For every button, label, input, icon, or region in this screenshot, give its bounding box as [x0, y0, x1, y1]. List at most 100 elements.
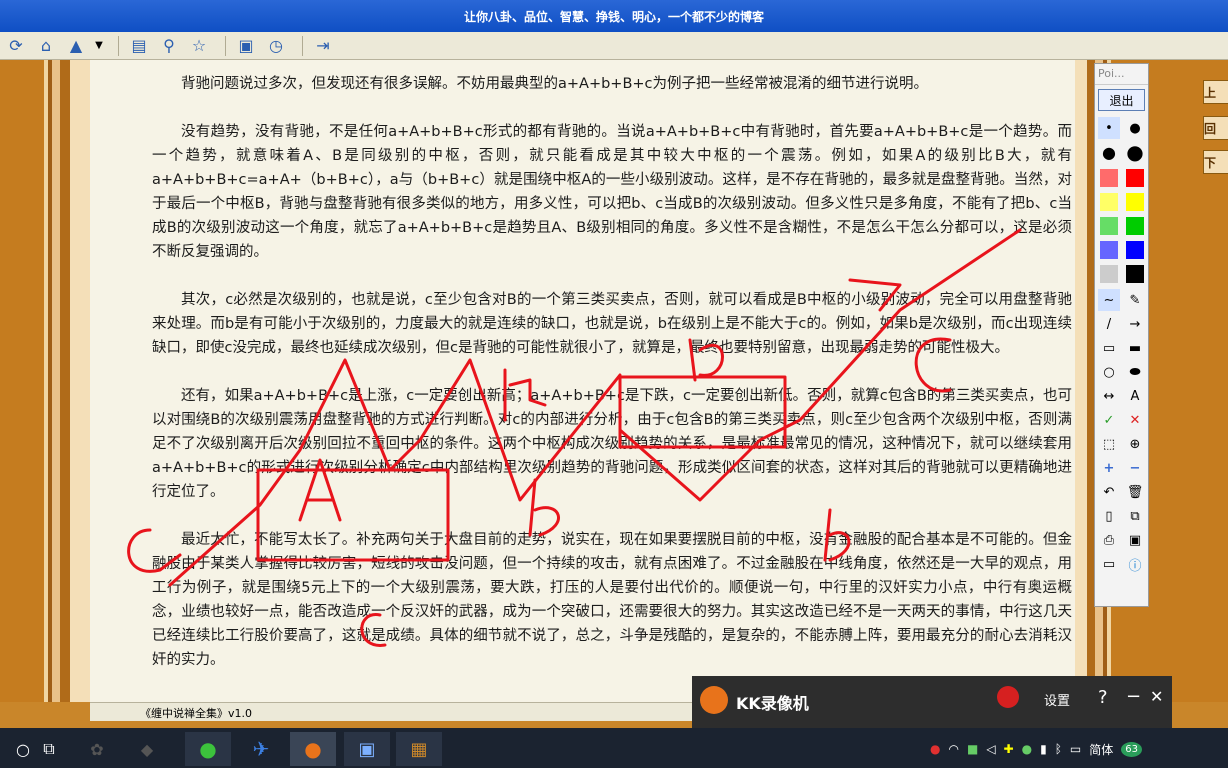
- pen-size-grid: • ● ● ●: [1095, 115, 1148, 165]
- color-swatch[interactable]: [1124, 191, 1146, 213]
- help-button[interactable]: ?: [1098, 687, 1108, 708]
- exit-label: 退出: [1109, 93, 1134, 108]
- window-titlebar: 让你八卦、品位、智慧、挣钱、明心，一个都不少的博客: [0, 0, 1228, 32]
- plus-app-icon[interactable]: ✚: [1004, 742, 1014, 756]
- freehand-pen-icon[interactable]: ∼: [1098, 289, 1120, 311]
- panel-title: Poi...: [1095, 64, 1148, 85]
- filled-ellipse-icon[interactable]: ⬬: [1124, 361, 1146, 383]
- recorder-logo-icon: [700, 686, 728, 714]
- wifi-icon[interactable]: ◠: [948, 742, 958, 756]
- volume-icon[interactable]: ◁: [986, 742, 995, 756]
- pen-size-medium[interactable]: ●: [1124, 117, 1146, 139]
- record-button-icon[interactable]: [997, 686, 1019, 708]
- power-icon[interactable]: ▮: [1040, 742, 1047, 756]
- save-icon[interactable]: ▣: [1124, 529, 1146, 551]
- cross-icon[interactable]: ✕: [1124, 409, 1146, 431]
- exit-button[interactable]: 退出: [1098, 89, 1145, 111]
- nav-up-label: 上: [1204, 85, 1217, 100]
- color-swatch[interactable]: [1098, 239, 1120, 261]
- pen-size-large[interactable]: ●: [1098, 141, 1120, 163]
- recorder-name: KK录像机: [736, 694, 809, 713]
- gpu-icon[interactable]: ■: [967, 742, 978, 756]
- screen-icon[interactable]: ▭: [1098, 553, 1120, 575]
- rectangle-icon[interactable]: ▭: [1098, 337, 1120, 359]
- pen-size-xlarge[interactable]: ●: [1124, 140, 1146, 164]
- bluetooth-icon[interactable]: ᛒ: [1055, 742, 1062, 756]
- system-tray: ● ◠ ■ ◁ ✚ ● ▮ ᛒ ▭ 简体 63: [930, 738, 1228, 760]
- paragraph: 没有趋势，没有背驰，不是任何a+A+b+B+c形式的都有背驰的。当说a+A+b+…: [152, 124, 1072, 260]
- zoom-in-icon[interactable]: +: [1098, 457, 1120, 479]
- app-icon[interactable]: ✿: [74, 732, 120, 766]
- undo-icon[interactable]: ↶: [1098, 481, 1120, 503]
- color-swatch[interactable]: [1098, 191, 1120, 213]
- decorative-frame-left: [0, 60, 90, 702]
- double-arrow-icon[interactable]: ↔: [1098, 385, 1120, 407]
- color-swatch[interactable]: [1124, 167, 1146, 189]
- pen-tool-panel: Poi... 退出 • ● ● ● ∼ ✎ / → ▭ ▬ ○ ⬬ ↔ A ✓ …: [1094, 63, 1149, 607]
- nav-back-label: 回: [1204, 121, 1217, 136]
- shape-tools: ∼ ✎ / → ▭ ▬ ○ ⬬ ↔ A ✓ ✕ ⬚ ⊕ + − ↶ 🗑 ▯ ⧉ …: [1095, 287, 1148, 577]
- window-app-icon[interactable]: ▣: [344, 732, 390, 766]
- text-tool-icon[interactable]: A: [1124, 385, 1146, 407]
- info-icon[interactable]: ⓘ: [1124, 553, 1146, 575]
- paragraph: 其次，c必然是次级别的，也就是说，c至少包含对B的一个第三类买卖点，否则，就可以…: [152, 292, 1072, 356]
- tree-icon[interactable]: ▲: [64, 34, 88, 58]
- select-area-icon[interactable]: ⬚: [1098, 433, 1120, 455]
- nav-down-button[interactable]: 下: [1203, 150, 1228, 174]
- nav-down-label: 下: [1204, 155, 1217, 170]
- print-icon[interactable]: ⎙: [1098, 529, 1120, 551]
- toolbar: ⟳ ⌂ ▲ ▼ ▤ ⚲ ☆ ▣ ◷ ⇥: [0, 32, 1228, 60]
- recorder-app-icon[interactable]: ●: [290, 732, 336, 766]
- document-page: 背驰问题说过多次，但发现还有很多误解。不妨用最典型的a+A+b+B+c为例子把一…: [90, 60, 1075, 702]
- paragraph: 还有，如果a+A+b+B+c是上涨，c一定要创出新高；a+A+b+B+c是下跌，…: [152, 388, 1072, 500]
- color-swatch[interactable]: [1098, 263, 1120, 285]
- search-icon[interactable]: ⚲: [157, 34, 181, 58]
- notification-badge[interactable]: 63: [1121, 741, 1142, 757]
- app-icon[interactable]: ◆: [124, 732, 170, 766]
- bird-app-icon[interactable]: ✈: [238, 732, 284, 766]
- chevron-down-icon[interactable]: ▼: [94, 34, 104, 58]
- export-icon[interactable]: ⇥: [311, 34, 335, 58]
- color-swatch[interactable]: [1124, 239, 1146, 261]
- book-app-icon[interactable]: ▦: [396, 732, 442, 766]
- new-page-icon[interactable]: ▯: [1098, 505, 1120, 527]
- close-button[interactable]: ✕: [1150, 687, 1163, 706]
- color-swatch[interactable]: [1124, 263, 1146, 285]
- ellipse-icon[interactable]: ○: [1098, 361, 1120, 383]
- pen-size-small[interactable]: •: [1098, 117, 1120, 139]
- check-icon[interactable]: ✓: [1098, 409, 1120, 431]
- nav-up-button[interactable]: 上: [1203, 80, 1228, 104]
- task-view-icon[interactable]: ⧉: [26, 732, 72, 766]
- toolbar-divider: [118, 35, 119, 56]
- zoom-area-icon[interactable]: ⊕: [1124, 433, 1146, 455]
- settings-button[interactable]: 设置: [1044, 690, 1070, 709]
- tray-app-icon[interactable]: ●: [930, 742, 940, 756]
- green-app-icon[interactable]: ●: [1022, 742, 1032, 756]
- nav-back-button[interactable]: 回: [1203, 116, 1228, 140]
- color-swatch[interactable]: [1098, 167, 1120, 189]
- copy-icon[interactable]: ⧉: [1124, 505, 1146, 527]
- minimize-button[interactable]: −: [1126, 686, 1141, 707]
- language-indicator[interactable]: 简体: [1089, 741, 1113, 758]
- browser-app-icon[interactable]: ●: [185, 732, 231, 766]
- arrow-icon[interactable]: →: [1124, 313, 1146, 335]
- toolbar-divider: [225, 35, 226, 56]
- recorder-bar: KK录像机 设置 ? − ✕: [692, 676, 1172, 728]
- home-icon[interactable]: ⌂: [34, 34, 58, 58]
- highlighter-icon[interactable]: ✎: [1124, 289, 1146, 311]
- zoom-out-icon[interactable]: −: [1124, 457, 1146, 479]
- color-swatch[interactable]: [1098, 215, 1120, 237]
- window-title: 让你八卦、品位、智慧、挣钱、明心，一个都不少的博客: [463, 9, 764, 24]
- color-palette: [1095, 165, 1148, 287]
- status-text: 《缠中说禅全集》v1.0: [140, 707, 253, 720]
- panel-icon[interactable]: ▤: [127, 34, 151, 58]
- filled-rectangle-icon[interactable]: ▬: [1124, 337, 1146, 359]
- history-icon[interactable]: ◷: [264, 34, 288, 58]
- trash-icon[interactable]: 🗑: [1124, 481, 1146, 503]
- star-icon[interactable]: ☆: [187, 34, 211, 58]
- line-icon[interactable]: /: [1098, 313, 1120, 335]
- image-icon[interactable]: ▣: [234, 34, 258, 58]
- battery-icon[interactable]: ▭: [1070, 742, 1081, 756]
- color-swatch[interactable]: [1124, 215, 1146, 237]
- refresh-icon[interactable]: ⟳: [4, 34, 28, 58]
